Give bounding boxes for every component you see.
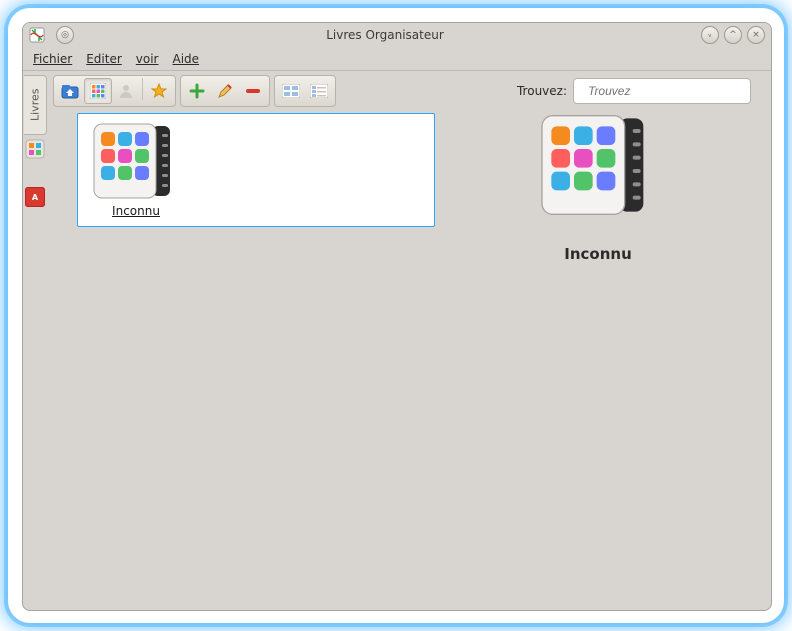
pencil-icon xyxy=(217,83,233,99)
icons-view-button[interactable] xyxy=(277,78,305,104)
minus-icon xyxy=(245,86,261,96)
menu-aide[interactable]: Aide xyxy=(173,52,200,66)
side-tab-small-icon[interactable] xyxy=(25,139,45,159)
detail-book-icon xyxy=(539,113,657,217)
star-icon xyxy=(151,83,167,99)
maximize-button[interactable]: ^ xyxy=(724,26,742,44)
book-icon xyxy=(92,122,180,200)
side-tab-strip: Livres A xyxy=(23,73,47,207)
home-folder-icon xyxy=(61,83,79,99)
remove-button[interactable] xyxy=(239,78,267,104)
side-tab-livres[interactable]: Livres xyxy=(24,75,47,135)
plus-icon xyxy=(189,83,205,99)
book-list-pane[interactable]: Inconnu xyxy=(77,113,435,227)
favorite-button[interactable] xyxy=(145,78,173,104)
grid-view-button[interactable] xyxy=(84,78,112,104)
detail-title: Inconnu xyxy=(564,245,632,263)
menu-editer[interactable]: Editer xyxy=(86,52,122,66)
toolbar: Trouvez: xyxy=(47,73,765,113)
menu-voir[interactable]: voir xyxy=(136,52,159,66)
home-button[interactable] xyxy=(56,78,84,104)
list-view-button[interactable] xyxy=(305,78,333,104)
list-view-icon xyxy=(310,84,328,98)
minimize-button[interactable]: ᵥ xyxy=(701,26,719,44)
grid-icon xyxy=(90,83,106,99)
titlebar: ◎ Livres Organisateur ᵥ ^ × xyxy=(23,23,771,48)
edit-button[interactable] xyxy=(211,78,239,104)
search-input[interactable] xyxy=(586,83,747,99)
menu-fichier[interactable]: Fichier xyxy=(33,52,72,66)
side-tab-pdf-icon[interactable]: A xyxy=(25,187,45,207)
titlebar-extra-button[interactable]: ◎ xyxy=(56,26,74,44)
add-button[interactable] xyxy=(183,78,211,104)
search-label: Trouvez: xyxy=(517,84,567,98)
detail-pane: Inconnu xyxy=(441,113,755,263)
close-button[interactable]: × xyxy=(747,26,765,44)
app-window: ◎ Livres Organisateur ᵥ ^ × Fichier Edit… xyxy=(22,22,772,611)
person-icon xyxy=(118,83,134,99)
book-item-label: Inconnu xyxy=(112,204,160,218)
icons-view-icon xyxy=(282,84,300,98)
book-item[interactable]: Inconnu xyxy=(86,122,186,218)
menubar: Fichier Editer voir Aide xyxy=(23,48,771,70)
person-button[interactable] xyxy=(112,78,140,104)
search-box[interactable] xyxy=(573,78,751,104)
app-icon xyxy=(29,27,45,43)
window-title: Livres Organisateur xyxy=(74,28,696,42)
